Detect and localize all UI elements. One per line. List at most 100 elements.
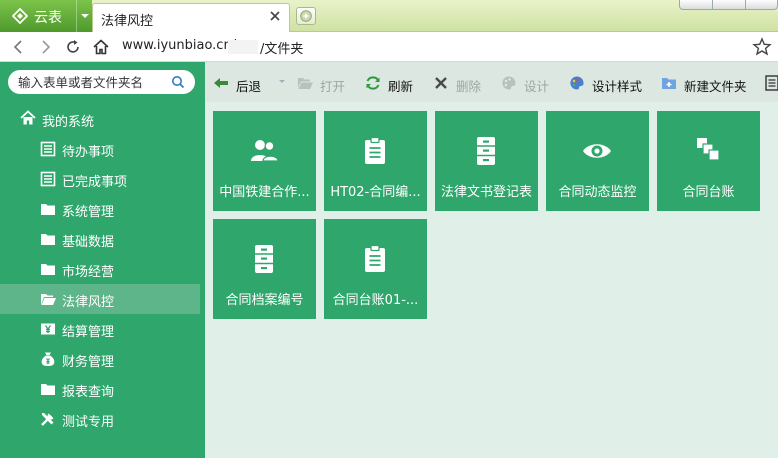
sidebar-item-settlement[interactable]: 结算管理	[0, 314, 200, 344]
sidebar-item-label: 已完成事项	[62, 175, 128, 190]
folder-open-icon	[41, 294, 56, 305]
sidebar-item-label: 财务管理	[62, 355, 115, 370]
back-dropdown-caret[interactable]	[279, 80, 285, 83]
palette-icon	[570, 76, 584, 90]
back-label: 后退	[236, 79, 262, 94]
clone-icon	[697, 138, 720, 161]
clipboard-icon	[365, 244, 385, 272]
tile-label: 法律文书登记表	[440, 185, 532, 200]
list-icon	[40, 171, 56, 187]
new-folder-button[interactable]: 新建文件夹	[661, 73, 757, 94]
home-icon[interactable]	[92, 38, 110, 56]
sidebar-item-base-data[interactable]: 基础数据	[0, 224, 200, 254]
tile-label: 中国铁建合作...	[219, 185, 310, 200]
sidebar: 我的系统 待办事项 已完成事项 系统管理 基础数	[0, 62, 205, 458]
sidebar-root-my-system[interactable]: 我的系统	[0, 108, 205, 130]
sidebar-item-label: 测试专用	[62, 415, 115, 430]
new-folder-label: 新建文件夹	[684, 79, 747, 94]
delete-button[interactable]: 删除	[433, 73, 487, 94]
close-icon[interactable]	[269, 10, 281, 22]
new-tab-button[interactable]	[296, 7, 316, 25]
reload-icon[interactable]	[64, 38, 82, 56]
tile-label: 合同台账01-...	[332, 293, 419, 308]
sidebar-menu: 待办事项 已完成事项 系统管理 基础数据 市场经营 法律风控 结算管理 财务管理…	[0, 134, 205, 434]
tile-label: 合同台账	[682, 185, 735, 200]
tile-item[interactable]: 合同台账	[657, 111, 760, 211]
sidebar-item-label: 待办事项	[62, 145, 115, 160]
sidebar-item-todo[interactable]: 待办事项	[0, 134, 200, 164]
search-icon[interactable]	[171, 75, 185, 89]
tile-item[interactable]: 合同台账01-...	[324, 219, 427, 319]
browser-tab-active[interactable]: 法律风控	[92, 3, 290, 32]
back-arrow-icon[interactable]	[10, 38, 28, 56]
toolbar: 后退 打开 刷新 删除 设计 设计样式 新建文件夹	[205, 62, 778, 102]
open-button[interactable]: 打开	[297, 73, 351, 94]
file-cabinet-icon	[255, 245, 273, 273]
url-path[interactable]: /文件夹	[260, 38, 303, 57]
tile-item[interactable]: 合同档案编号	[213, 219, 316, 319]
url-host[interactable]: www.iyunbiao.cn/	[122, 38, 236, 53]
refresh-icon	[366, 76, 380, 90]
tile-label: 合同动态监控	[558, 185, 637, 200]
brand-menu-dropdown[interactable]	[76, 0, 92, 32]
browser-brand-name: 云表	[34, 10, 62, 26]
home-icon	[20, 110, 36, 125]
tile-label: 合同档案编号	[225, 293, 304, 308]
address-bar: www.iyunbiao.cn/ /文件夹	[0, 32, 778, 62]
browser-tab-strip: 云表 法律风控	[0, 0, 778, 32]
design-label: 设计	[524, 79, 550, 94]
sidebar-item-testing[interactable]: 测试专用	[0, 404, 200, 434]
sidebar-root-label: 我的系统	[42, 115, 95, 130]
file-cabinet-icon	[477, 137, 495, 165]
palette-icon	[502, 76, 516, 90]
url-redacted	[228, 40, 258, 54]
yen-card-icon	[41, 323, 55, 335]
folder-icon	[41, 234, 55, 245]
yunbiao-logo-icon	[12, 8, 28, 24]
sidebar-item-label: 结算管理	[62, 325, 115, 340]
document-icon[interactable]	[765, 75, 778, 91]
sidebar-item-legal-risk[interactable]: 法律风控	[0, 284, 200, 314]
arrow-left-icon	[214, 78, 228, 88]
bookmark-star-icon[interactable]	[752, 37, 772, 57]
sidebar-item-label: 报表查询	[62, 385, 115, 400]
folder-icon	[41, 264, 55, 275]
search-input[interactable]	[18, 73, 168, 91]
tools-icon	[41, 413, 54, 426]
sidebar-item-system-management[interactable]: 系统管理	[0, 194, 200, 224]
folder-icon	[41, 384, 55, 395]
tile-item[interactable]: HT02-合同编...	[324, 111, 427, 211]
folder-icon	[41, 204, 55, 215]
x-icon	[435, 77, 447, 89]
sidebar-item-label: 市场经营	[62, 265, 115, 280]
new-folder-icon	[662, 78, 676, 89]
folder-content: 中国铁建合作... HT02-合同编... 法律文书登记表 合同动态监控 合同台…	[205, 102, 778, 458]
tile-item[interactable]: 中国铁建合作...	[213, 111, 316, 211]
window-controls[interactable]	[679, 0, 778, 10]
sidebar-item-label: 法律风控	[62, 295, 115, 310]
clipboard-icon	[365, 136, 385, 164]
back-button[interactable]: 后退	[213, 73, 273, 94]
design-style-label: 设计样式	[592, 79, 643, 94]
sidebar-item-reports[interactable]: 报表查询	[0, 374, 200, 404]
refresh-label: 刷新	[388, 79, 414, 94]
sidebar-item-label: 系统管理	[62, 205, 115, 220]
tile-item[interactable]: 法律文书登记表	[435, 111, 538, 211]
tile-item[interactable]: 合同动态监控	[546, 111, 649, 211]
refresh-button[interactable]: 刷新	[365, 73, 421, 94]
sidebar-item-completed[interactable]: 已完成事项	[0, 164, 200, 194]
browser-brand-button[interactable]: 云表	[0, 0, 92, 32]
sidebar-item-market[interactable]: 市场经营	[0, 254, 200, 284]
design-style-button[interactable]: 设计样式	[569, 73, 653, 94]
design-button[interactable]: 设计	[501, 73, 555, 94]
list-icon	[40, 141, 56, 157]
delete-label: 删除	[456, 79, 482, 94]
forward-arrow-icon[interactable]	[36, 38, 54, 56]
money-bag-icon	[41, 352, 55, 366]
sidebar-item-label: 基础数据	[62, 235, 115, 250]
folder-open-icon	[298, 78, 313, 89]
sidebar-item-finance[interactable]: 财务管理	[0, 344, 200, 374]
open-label: 打开	[320, 79, 346, 94]
users-icon	[251, 140, 279, 162]
tab-title: 法律风控	[101, 14, 154, 29]
